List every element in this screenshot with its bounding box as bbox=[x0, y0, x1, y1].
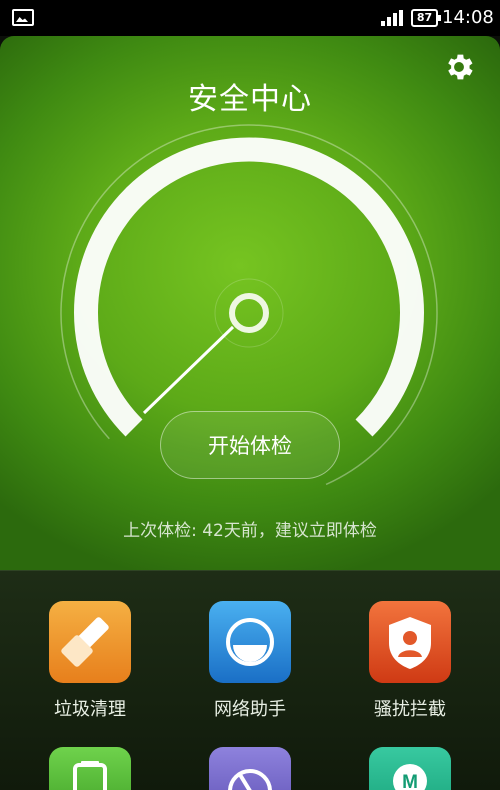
security-panel: 安全中心 开始体检 上次体检: 42天前，建议立即体检 bbox=[0, 36, 500, 570]
svg-text:M: M bbox=[402, 772, 418, 790]
clock: 14:08 bbox=[442, 7, 494, 28]
power-icon bbox=[209, 747, 291, 790]
tool-label: 骚扰拦截 bbox=[374, 699, 446, 720]
status-bar: 87 14:08 bbox=[0, 0, 500, 36]
m-badge-icon: M bbox=[369, 747, 451, 790]
page-title: 安全中心 bbox=[188, 82, 312, 117]
shield-user-icon bbox=[369, 601, 451, 683]
tool-network-assistant[interactable]: 网络助手 bbox=[180, 601, 320, 721]
tool-label: 网络助手 bbox=[214, 699, 286, 720]
battery-level: 87 bbox=[416, 11, 433, 24]
battery-icon bbox=[49, 747, 131, 790]
tool-harassment-block[interactable]: 骚扰拦截 bbox=[340, 601, 480, 721]
network-gauge-icon bbox=[209, 601, 291, 683]
tool-label: 垃圾清理 bbox=[54, 699, 126, 720]
tool-m-app[interactable]: M bbox=[340, 747, 480, 790]
gauge-arc bbox=[74, 137, 424, 437]
gear-icon[interactable] bbox=[442, 50, 476, 84]
battery-icon: 87 bbox=[411, 9, 441, 27]
tool-power[interactable] bbox=[180, 747, 320, 790]
signal-icon bbox=[381, 10, 405, 26]
tools-grid: 垃圾清理 网络助手 骚扰拦截 M bbox=[0, 570, 500, 790]
broom-icon bbox=[49, 601, 131, 683]
gauge-needle bbox=[142, 325, 235, 415]
start-scan-button[interactable]: 开始体检 bbox=[160, 411, 340, 479]
gauge-hub bbox=[229, 293, 269, 333]
security-center-screen: 87 14:08 安全中心 开始体检 上次体检: 42天前，建议立即体检 垃圾清… bbox=[0, 0, 500, 790]
tool-battery[interactable] bbox=[20, 747, 160, 790]
tool-junk-cleanup[interactable]: 垃圾清理 bbox=[20, 601, 160, 721]
last-check-text: 上次体检: 42天前，建议立即体检 bbox=[123, 521, 377, 541]
image-notification-icon bbox=[12, 9, 34, 26]
